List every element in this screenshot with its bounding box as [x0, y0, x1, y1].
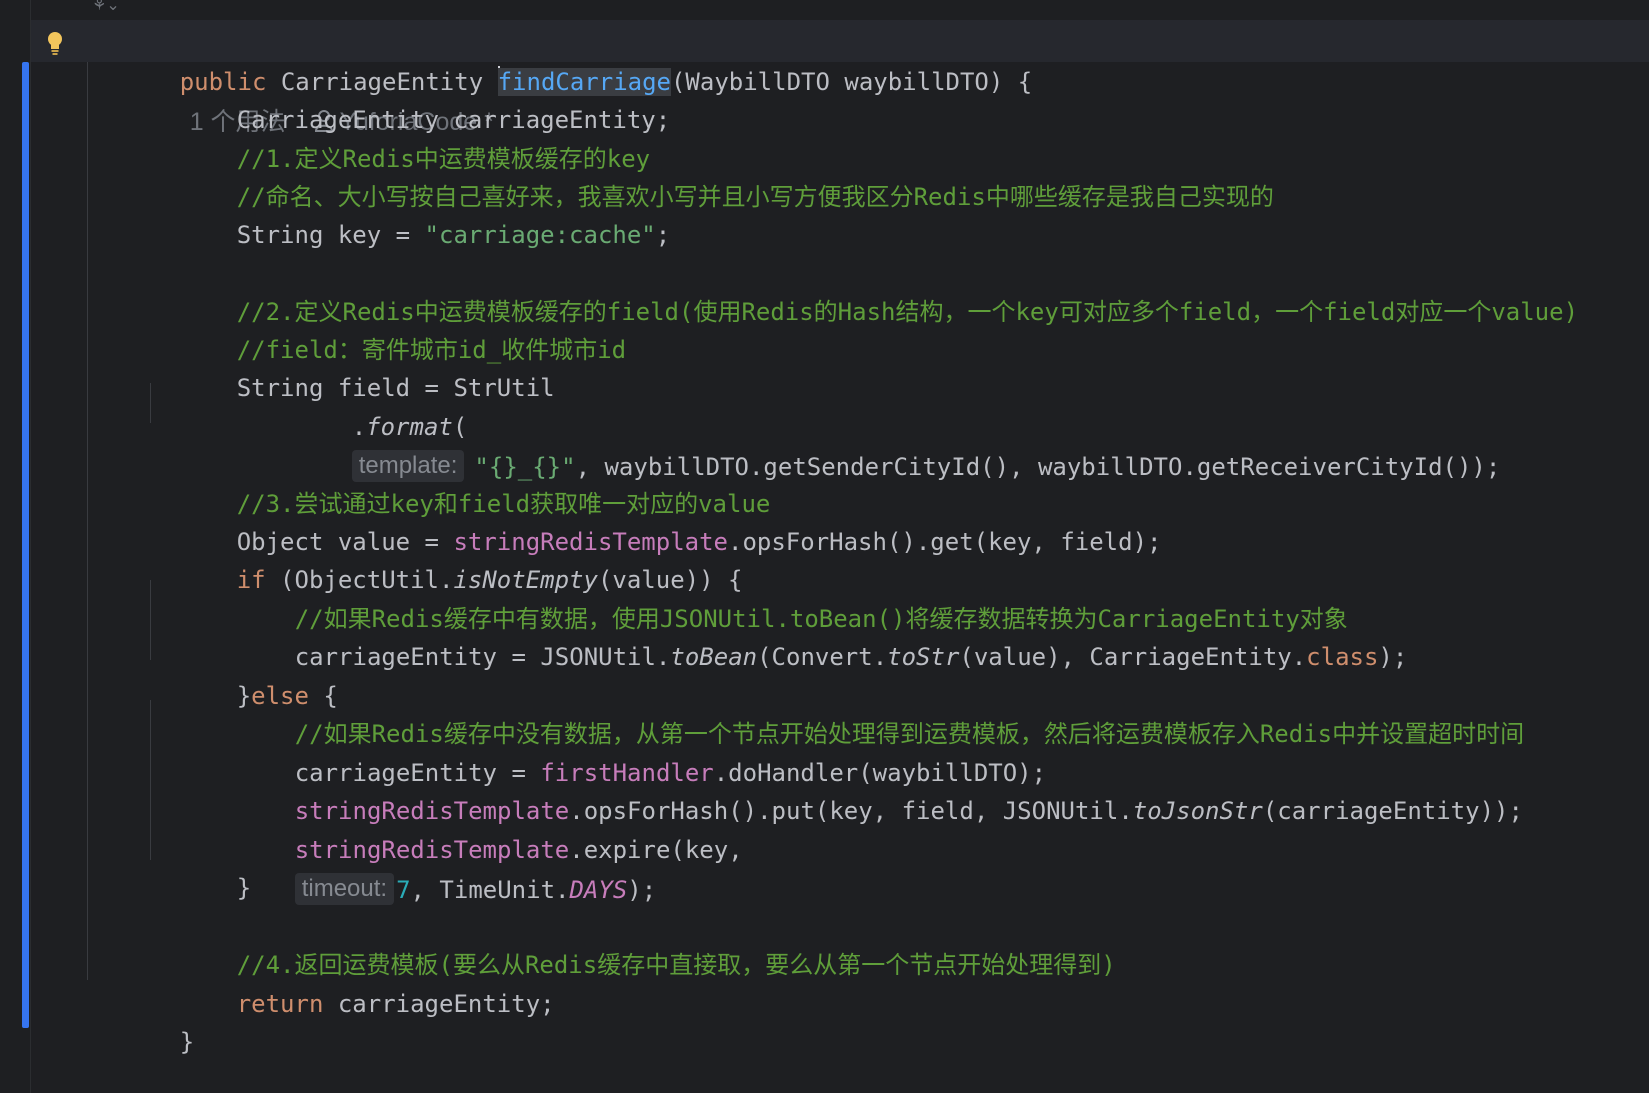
code-editor[interactable]: ⚘⌄ public CarriageEntity findCarriage(Wa… — [0, 0, 1649, 1093]
code-comment-line[interactable]: //如果Redis缓存中没有数据，从第一个节点开始处理得到运费模板，然后将运费模… — [208, 674, 1524, 748]
code-text: } — [179, 1028, 195, 1056]
field-reference: stringRedisTemplate — [294, 836, 570, 864]
code-comment-line[interactable]: //4.返回运费模板(要么从Redis缓存中直接取，要么从第一个节点开始处理得到… — [150, 905, 1116, 979]
code-text: carriageEntity = JSONUtil. — [294, 643, 671, 671]
static-method: toStr — [887, 643, 960, 671]
code-comment-line[interactable]: //field：寄件城市id_收件城市id — [150, 290, 626, 364]
enum-constant: DAYS — [569, 876, 628, 904]
code-text: } — [236, 874, 252, 902]
indent-guide — [87, 62, 88, 980]
code-line[interactable]: }else { — [150, 636, 338, 710]
code-comment-line[interactable]: //1.定义Redis中运费模板缓存的key — [150, 99, 650, 173]
code-text: String key = — [236, 221, 425, 249]
param-hint-timeout: timeout: — [294, 873, 395, 905]
code-line-method-signature[interactable]: public CarriageEntity findCarriage(Waybi… — [93, 22, 1032, 136]
number-literal: 7 — [396, 876, 411, 904]
code-line[interactable]: if (ObjectUtil.isNotEmpty(value)) { — [150, 520, 743, 594]
code-comment-line[interactable]: //3.尝试通过key和field获取唯一对应的value — [150, 444, 771, 518]
keyword-class: class — [1306, 643, 1379, 671]
code-text: ); — [1378, 643, 1408, 671]
code-text: .opsForHash().get(key, field); — [728, 528, 1162, 556]
code-text: (Convert. — [757, 643, 888, 671]
code-line[interactable]: stringRedisTemplate.expire(key, timeout:… — [208, 790, 757, 905]
method-params: (WaybillDTO waybillDTO) { — [670, 68, 1033, 96]
keyword-return: return — [236, 990, 324, 1018]
code-line[interactable]: } — [150, 828, 251, 902]
code-text: (value), CarriageEntity. — [959, 643, 1307, 671]
code-text: ( — [452, 413, 468, 441]
code-line[interactable]: } — [93, 982, 194, 1056]
code-text: ); — [627, 876, 657, 904]
string-literal: "carriage:cache" — [424, 221, 656, 249]
code-line[interactable]: String field = StrUtil — [150, 328, 555, 402]
static-method: toBean — [670, 643, 758, 671]
code-line[interactable]: stringRedisTemplate.opsForHash().put(key… — [208, 751, 1523, 825]
code-line[interactable]: carriageEntity = firstHandler.doHandler(… — [208, 713, 1046, 787]
code-comment-line[interactable]: //2.定义Redis中运费模板缓存的field(使用Redis的Hash结构，… — [150, 252, 1578, 326]
code-text: carriageEntity; — [323, 990, 555, 1018]
code-line[interactable]: carriageEntity = JSONUtil.toBean(Convert… — [208, 597, 1408, 671]
code-line[interactable]: return carriageEntity; — [150, 944, 555, 1018]
code-text: ; — [655, 221, 671, 249]
lightbulb-icon[interactable] — [44, 30, 66, 56]
code-text: , TimeUnit. — [410, 876, 570, 904]
code-comment-line[interactable]: //如果Redis缓存中有数据，使用JSONUtil.toBean()将缓存数据… — [208, 559, 1348, 633]
code-text: .expire(key, — [569, 836, 758, 864]
static-method: toJsonStr — [1132, 797, 1263, 825]
code-line[interactable]: CarriageEntity carriageEntity; — [150, 60, 670, 134]
static-method: format — [366, 413, 453, 441]
vcs-change-marker[interactable] — [22, 62, 29, 1028]
code-text: (carriageEntity)); — [1262, 797, 1523, 825]
fold-chevron-icon[interactable]: ⚘⌄ — [92, 0, 152, 16]
code-line[interactable]: Object value = stringRedisTemplate.opsFo… — [150, 482, 1162, 556]
code-comment-line[interactable]: //命名、大小写按自己喜好来，我喜欢小写并且小写方便我区分Redis中哪些缓存是… — [150, 137, 1274, 211]
code-text: . — [351, 413, 367, 441]
code-line[interactable]: .format( template: "{}_{}", waybillDTO.ge… — [265, 367, 1500, 482]
code-line[interactable]: String key = "carriage:cache"; — [150, 175, 670, 249]
